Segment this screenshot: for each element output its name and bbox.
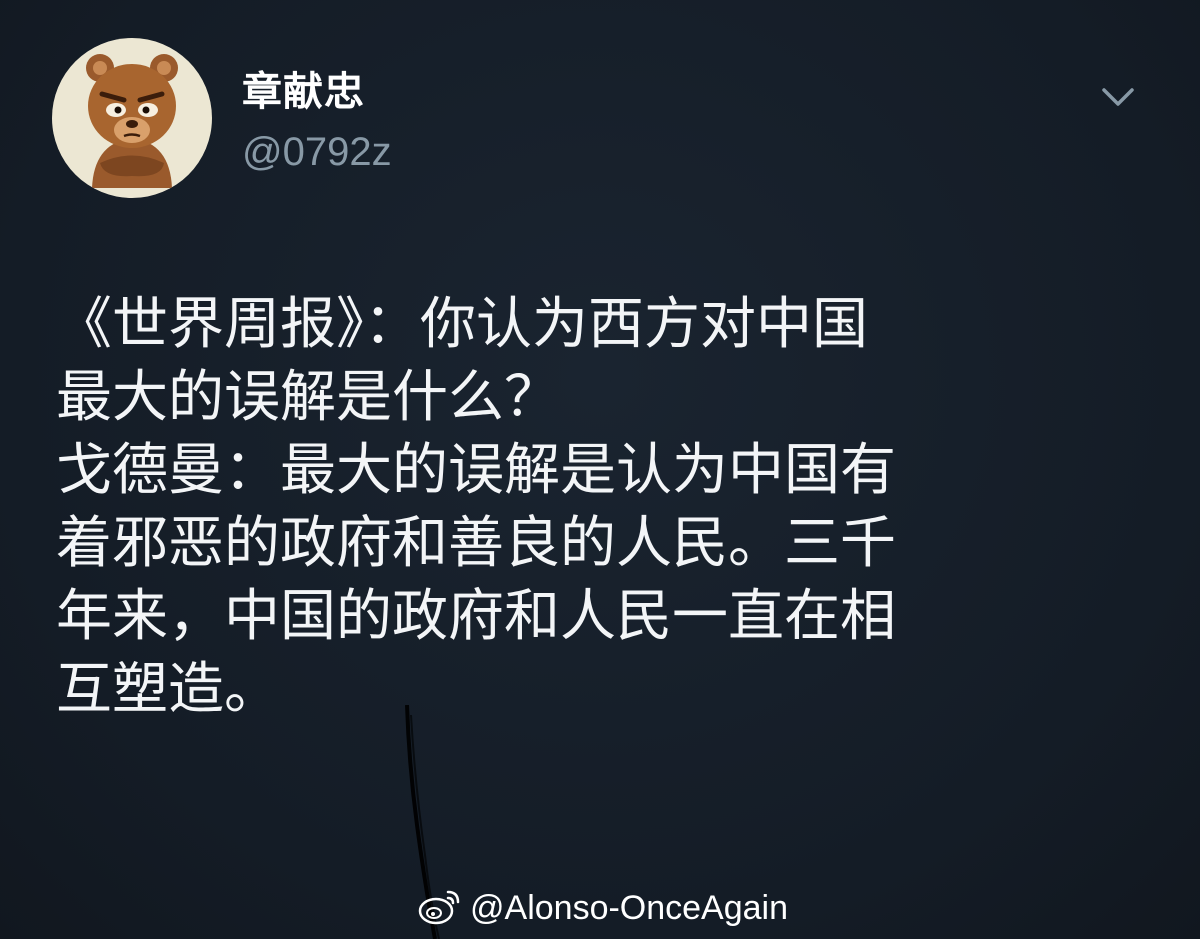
author-handle[interactable]: @0792z <box>242 132 392 172</box>
tweet-body: 《世界周报》：你认为西方对中国 最大的误解是什么？ 戈德曼：最大的误解是认为中国… <box>56 288 1136 726</box>
watermark: @Alonso-OnceAgain <box>418 884 788 932</box>
watermark-text: @Alonso-OnceAgain <box>470 889 789 927</box>
tweet-line: 戈德曼：最大的误解是认为中国有 <box>56 438 896 503</box>
tweet-line: 着邪恶的政府和善良的人民。三千 <box>56 511 896 576</box>
tweet-line: 互塑造。 <box>56 657 280 722</box>
tweet-screen: 章献忠 @0792z 《世界周报》：你认为西方对中国 最大的误解是什么？ 戈德曼… <box>0 0 1200 939</box>
tweet-line: 《世界周报》：你认为西方对中国 <box>56 292 868 357</box>
author-display-name[interactable]: 章献忠 <box>242 72 365 112</box>
weibo-icon <box>418 886 462 930</box>
tweet-line: 年来，中国的政府和人民一直在相 <box>56 584 896 649</box>
tweet-line: 最大的误解是什么？ <box>56 365 560 430</box>
tweet-header: 章献忠 @0792z <box>52 38 1152 208</box>
cartoon-bear-avatar-icon[interactable] <box>52 38 212 198</box>
chevron-down-icon[interactable] <box>1096 82 1140 112</box>
